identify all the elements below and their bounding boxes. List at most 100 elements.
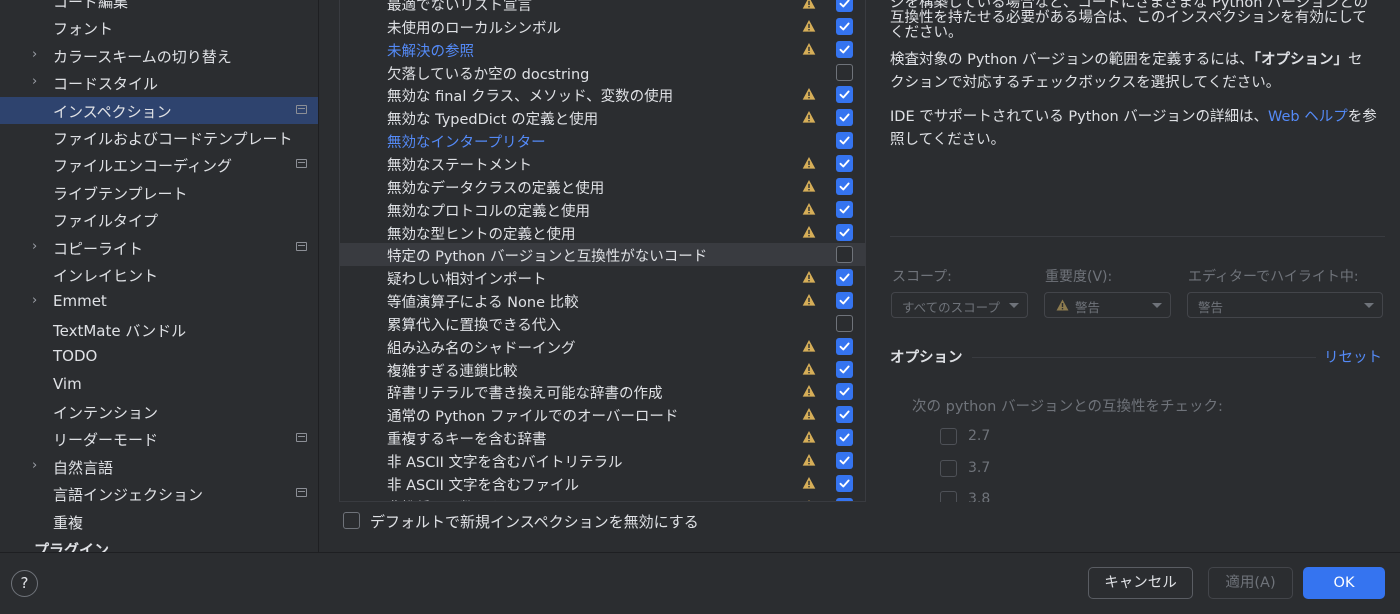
inspection-row[interactable]: 累算代入に置換できる代入 [340,312,865,335]
inspection-row[interactable]: 複雑すぎる連鎖比較 [340,358,865,381]
sidebar-item[interactable]: インレイヒント [0,261,318,288]
version-option[interactable]: 3.8 [940,489,1090,502]
inspection-row[interactable]: 無効な型ヒントの定義と使用 [340,221,865,244]
inspection-checkbox[interactable] [836,200,853,218]
inspection-checkbox[interactable] [836,429,853,447]
inspection-checkbox[interactable] [836,360,853,378]
web-help-link[interactable]: Web ヘルプ [1268,109,1348,125]
inspection-row[interactable]: 非 ASCII 文字を含むバイトリテラル [340,449,865,472]
inspection-checkbox[interactable] [836,337,853,355]
inspection-row[interactable]: 無効なインタープリター [340,129,865,152]
chevron-right-icon[interactable]: › [32,47,44,63]
inspection-checkbox[interactable] [836,452,853,469]
sidebar-item[interactable]: 言語インジェクション [0,480,318,507]
version-option[interactable]: 2.7 [940,426,1090,448]
disable-new-inspections-option[interactable]: デフォルトで新規インスペクションを無効にする [343,511,763,533]
inspection-checkbox[interactable] [836,269,853,287]
inspection-label: 累算代入に置換できる代入 [387,317,561,334]
inspection-row[interactable]: 無効なステートメント [340,152,865,175]
inspection-row[interactable]: 疑わしい相対インポート [340,266,865,289]
scope-dropdown[interactable]: すべてのスコープ [891,292,1028,318]
inspection-list[interactable]: 最適でないリスト宣言未使用のローカルシンボル 未解決の参照 欠落しているか空の do… [339,0,866,502]
inspection-checkbox[interactable] [836,383,853,401]
inspection-label: 未使用のローカルシンボル [387,20,561,37]
inspection-row[interactable]: 欠落しているか空の docstring [340,61,865,84]
sidebar-item[interactable]: › カラースキームの切り替え [0,42,318,69]
inspection-checkbox[interactable] [836,474,853,492]
version-checkbox[interactable] [940,428,957,445]
chevron-right-icon[interactable]: › [32,293,44,309]
inspection-row[interactable]: 無効な TypedDict の定義と使用 [340,106,865,129]
severity-dropdown[interactable]: 警告 [1044,292,1171,318]
inspection-checkbox[interactable] [836,63,853,81]
inspection-checkbox[interactable] [836,497,853,501]
ok-button[interactable]: OK [1303,567,1385,599]
inspection-row[interactable]: 無効なプロトコルの定義と使用 [340,198,865,221]
version-option[interactable]: 3.7 [940,458,1090,480]
inspection-row[interactable]: 未解決の参照 [340,38,865,61]
inspection-checkbox[interactable] [836,177,853,195]
inspection-checkbox[interactable] [836,86,853,104]
sidebar-item[interactable]: › Emmet [0,288,318,315]
inspection-checkbox[interactable] [836,0,853,12]
sidebar-item[interactable]: ファイルエンコーディング [0,151,318,178]
sidebar-item[interactable]: › コピーライト [0,234,318,261]
inspection-checkbox[interactable] [836,292,853,310]
sidebar-item-label: プラグイン [34,541,110,552]
inspection-row[interactable]: 未使用のローカルシンボル [340,15,865,38]
chevron-right-icon[interactable]: › [32,458,44,474]
inspection-checkbox[interactable] [836,223,853,241]
inspection-checkbox[interactable] [836,246,853,264]
highlight-dropdown[interactable]: 警告 [1187,292,1383,318]
version-checkbox[interactable] [940,491,957,502]
inspection-row[interactable]: 組み込み名のシャドーイング [340,335,865,358]
inspection-checkbox[interactable] [836,132,853,150]
cancel-button[interactable]: キャンセル [1088,567,1193,599]
inspection-row[interactable]: 非 ASCII 文字を含むファイル [340,472,865,495]
inspection-checkbox[interactable] [836,154,853,172]
inspection-row[interactable]: 無効なデータクラスの定義と使用 [340,175,865,198]
sidebar-item[interactable]: コード編集 [0,0,318,14]
sidebar-item[interactable]: › コードスタイル [0,69,318,96]
sidebar-item[interactable]: ファイルタイプ [0,206,318,233]
sidebar-item[interactable]: TextMate バンドル [0,316,318,343]
sidebar-item[interactable]: プラグイン [0,535,318,552]
sidebar-item[interactable]: › 自然言語 [0,453,318,480]
version-checkbox[interactable] [940,460,957,477]
inspection-label: 非 ASCII 文字を含むファイル [387,477,580,494]
sidebar-item[interactable]: インテンション [0,398,318,425]
inspection-row[interactable]: 非推奨の関数、クラス、またはモジュール [340,495,865,501]
sidebar-item[interactable]: ライブテンプレート [0,179,318,206]
sidebar-item[interactable]: 重複 [0,508,318,535]
inspection-checkbox[interactable] [836,406,853,424]
chevron-right-icon[interactable]: › [32,74,44,90]
inspection-row[interactable]: 通常の Python ファイルでのオーバーロード [340,403,865,426]
sidebar-item[interactable]: リーダーモード [0,425,318,452]
sidebar-item[interactable]: Vim [0,371,318,398]
inspection-label: 非 ASCII 文字を含むバイトリテラル [387,455,623,471]
inspection-row[interactable]: 無効な final クラス、メソッド、変数の使用 [340,83,865,106]
inspection-checkbox[interactable] [836,17,853,35]
apply-button[interactable]: 適用(A) [1208,567,1293,599]
description-text: を参 [1347,109,1377,125]
sidebar-item-label: コード編集 [53,0,129,11]
help-button[interactable]: ? [11,570,38,597]
inspection-row[interactable]: 重複するキーを含む辞書 [340,426,865,449]
disable-new-inspections-checkbox[interactable] [343,512,360,529]
reset-link[interactable]: リセット [1324,346,1382,367]
sidebar-item[interactable]: インスペクション [0,96,318,124]
inspection-row[interactable]: 最適でないリスト宣言 [340,0,865,15]
sidebar-item[interactable]: フォント [0,14,318,41]
inspection-checkbox[interactable] [836,40,853,58]
sidebar-item[interactable]: ファイルおよびコードテンプレート [0,124,318,151]
sidebar-item[interactable]: TODO [0,343,318,370]
inspection-checkbox[interactable] [836,314,853,332]
chevron-right-icon[interactable]: › [32,239,44,255]
inspection-row[interactable]: 特定の Python バージョンと互換性がないコード [340,243,865,267]
sidebar-item-label: コードスタイル [53,75,159,94]
inspection-row[interactable]: 等値演算子による None 比較 [340,289,865,312]
sidebar-item-label: インレイヒント [53,267,159,285]
inspection-row[interactable]: 辞書リテラルで書き換え可能な辞書の作成 [340,380,865,403]
inspection-checkbox[interactable] [836,109,853,127]
highlight-label: エディターでハイライト中: [1188,269,1359,285]
